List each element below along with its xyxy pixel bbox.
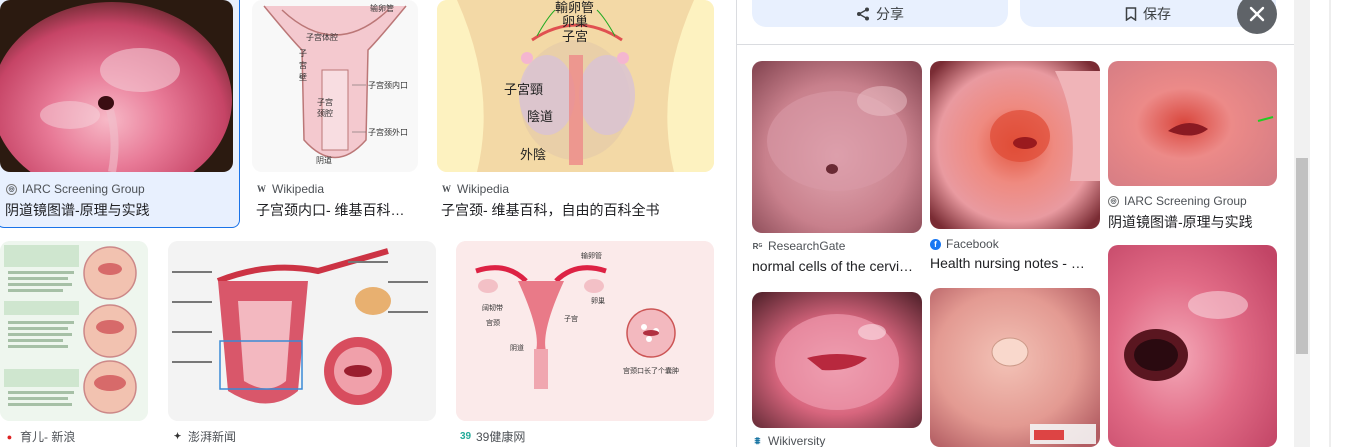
related-image-1[interactable] bbox=[752, 61, 922, 233]
result-image-1[interactable] bbox=[0, 0, 233, 172]
diagram-label: 子 bbox=[299, 49, 307, 58]
result-tile-4[interactable]: ● 育儿- 新浪 bbox=[0, 241, 150, 447]
related-tile-1[interactable]: RG ResearchGate normal cells of the cerv… bbox=[752, 61, 922, 281]
diagram-label: 子宫 bbox=[564, 314, 578, 323]
result-tile-3[interactable]: 輸卵管 卵巢 子宮 子宮頸 陰道 外陰 W Wikipedia 子宫颈- 维基百… bbox=[437, 0, 715, 228]
researchgate-icon: RG bbox=[752, 241, 763, 251]
result-source-3[interactable]: W Wikipedia bbox=[441, 182, 509, 196]
related-image-6[interactable] bbox=[1108, 245, 1277, 447]
result-image-3[interactable]: 輸卵管 卵巢 子宮 子宮頸 陰道 外陰 bbox=[437, 0, 714, 172]
diagram-label: 宫 bbox=[299, 60, 307, 70]
share-icon bbox=[856, 7, 870, 21]
diagram-label: 输卵管 bbox=[581, 251, 602, 260]
thepaper-icon: ✦ bbox=[173, 431, 182, 441]
result-image-2[interactable]: 输卵管 子宫体腔 子 宫 壁 子宫颈内口 子 宫 颈 腔 子宫颈外口 阴道 bbox=[252, 0, 418, 172]
share-label: 分享 bbox=[876, 5, 904, 22]
diagram-label: 宫颈 bbox=[486, 318, 500, 327]
related-source-4[interactable]: ⩨ Wikiversity bbox=[752, 434, 826, 447]
related-source-2[interactable]: f Facebook bbox=[930, 237, 999, 251]
related-tile-4[interactable]: ⩨ Wikiversity bbox=[752, 292, 922, 447]
diagram-label: 子宫体腔 bbox=[306, 32, 338, 42]
result-tile-6[interactable]: 输卵管 卵巢 阔韧带 宫颈 阴道 子宫 宫颈口长了个囊肿 39 39健康网 bbox=[456, 241, 716, 447]
39-icon: 39 bbox=[459, 431, 472, 442]
result-title-1[interactable]: 阴道镜图谱-原理与实践 bbox=[5, 200, 233, 220]
result-source-2[interactable]: W Wikipedia bbox=[256, 182, 324, 196]
scrollbar-thumb[interactable] bbox=[1296, 158, 1308, 354]
diagram-label: 颈 bbox=[317, 109, 325, 118]
bookmark-icon bbox=[1125, 6, 1137, 21]
related-source-3[interactable]: ◎ IARC Screening Group bbox=[1108, 194, 1247, 208]
globe-icon: ◎ bbox=[6, 183, 17, 195]
close-icon bbox=[1249, 6, 1265, 22]
related-source-1[interactable]: RG ResearchGate bbox=[752, 239, 846, 253]
diagram-label: 子宫颈内口 bbox=[368, 80, 408, 90]
result-source-1[interactable]: ◎ IARC Screening Group bbox=[6, 182, 145, 196]
diagram-label: 宫 bbox=[325, 97, 333, 107]
related-title-3[interactable]: 阴道镜图谱-原理与实践 bbox=[1108, 212, 1276, 232]
related-image-4[interactable] bbox=[752, 292, 922, 428]
diagram-label: 子 bbox=[317, 98, 325, 107]
diagram-label: 阔韧带 bbox=[482, 303, 503, 312]
diagram-label: 卵巢 bbox=[562, 14, 588, 29]
result-title-3[interactable]: 子宫颈- 维基百科，自由的百科全书 bbox=[441, 200, 713, 220]
diagram-label: 子宮頸 bbox=[504, 82, 543, 97]
wikiversity-icon: ⩨ bbox=[754, 435, 761, 447]
result-tile-2[interactable]: 输卵管 子宫体腔 子 宫 壁 子宫颈内口 子 宫 颈 腔 子宫颈外口 阴道 W bbox=[252, 0, 422, 228]
result-source-6[interactable]: 39 39健康网 bbox=[460, 428, 525, 445]
result-title-2[interactable]: 子宫颈内口- 维基百科… bbox=[256, 200, 420, 220]
save-label: 保存 bbox=[1143, 5, 1171, 22]
diagram-label: 輸卵管 bbox=[555, 0, 594, 15]
result-image-5[interactable] bbox=[168, 241, 436, 421]
image-search-page: ◎ IARC Screening Group 阴道镜图谱-原理与实践 输卵管 子… bbox=[0, 0, 1347, 447]
diagram-label: 外陰 bbox=[520, 147, 546, 162]
diagram-label: 阴道 bbox=[316, 155, 332, 165]
result-source-4[interactable]: ● 育儿- 新浪 bbox=[4, 428, 76, 445]
share-button[interactable]: 分享 bbox=[752, 0, 1008, 27]
diagram-label: 卵巢 bbox=[591, 296, 605, 305]
result-tile-5[interactable]: ✦ 澎湃新闻 bbox=[168, 241, 438, 447]
wikipedia-icon: W bbox=[442, 184, 451, 194]
related-title-2[interactable]: Health nursing notes - … bbox=[930, 255, 1096, 271]
related-title-1[interactable]: normal cells of the cervi… bbox=[752, 258, 918, 274]
related-image-5[interactable] bbox=[930, 288, 1100, 447]
facebook-icon: f bbox=[930, 238, 941, 250]
related-image-2[interactable] bbox=[930, 61, 1100, 229]
diagram-label: 陰道 bbox=[527, 109, 553, 124]
related-tile-3[interactable]: ◎ IARC Screening Group 阴道镜图谱-原理与实践 bbox=[1108, 61, 1278, 236]
result-tile-1[interactable]: ◎ IARC Screening Group 阴道镜图谱-原理与实践 bbox=[0, 0, 240, 228]
result-source-5[interactable]: ✦ 澎湃新闻 bbox=[172, 428, 236, 445]
diagram-label: 宫颈口长了个囊肿 bbox=[623, 366, 679, 375]
globe-icon: ◎ bbox=[1108, 195, 1119, 207]
panel-divider bbox=[736, 44, 1294, 45]
related-image-3[interactable] bbox=[1108, 61, 1277, 186]
diagram-label: 阴道 bbox=[510, 343, 524, 352]
sina-icon: ● bbox=[6, 431, 13, 442]
result-image-4[interactable] bbox=[0, 241, 148, 421]
diagram-label: 子宫颈外口 bbox=[368, 127, 408, 137]
diagram-label: 腔 bbox=[325, 108, 333, 118]
wikipedia-icon: W bbox=[257, 184, 266, 194]
diagram-label: 壁 bbox=[299, 72, 307, 82]
related-tile-5[interactable] bbox=[930, 288, 1100, 447]
related-tile-6[interactable] bbox=[1108, 245, 1278, 447]
right-edge-line bbox=[1329, 0, 1331, 447]
diagram-label: 输卵管 bbox=[370, 3, 394, 13]
result-image-6[interactable]: 输卵管 卵巢 阔韧带 宫颈 阴道 子宫 宫颈口长了个囊肿 bbox=[456, 241, 714, 421]
diagram-label: 子宮 bbox=[562, 29, 588, 44]
related-tile-2[interactable]: f Facebook Health nursing notes - … bbox=[930, 61, 1100, 276]
